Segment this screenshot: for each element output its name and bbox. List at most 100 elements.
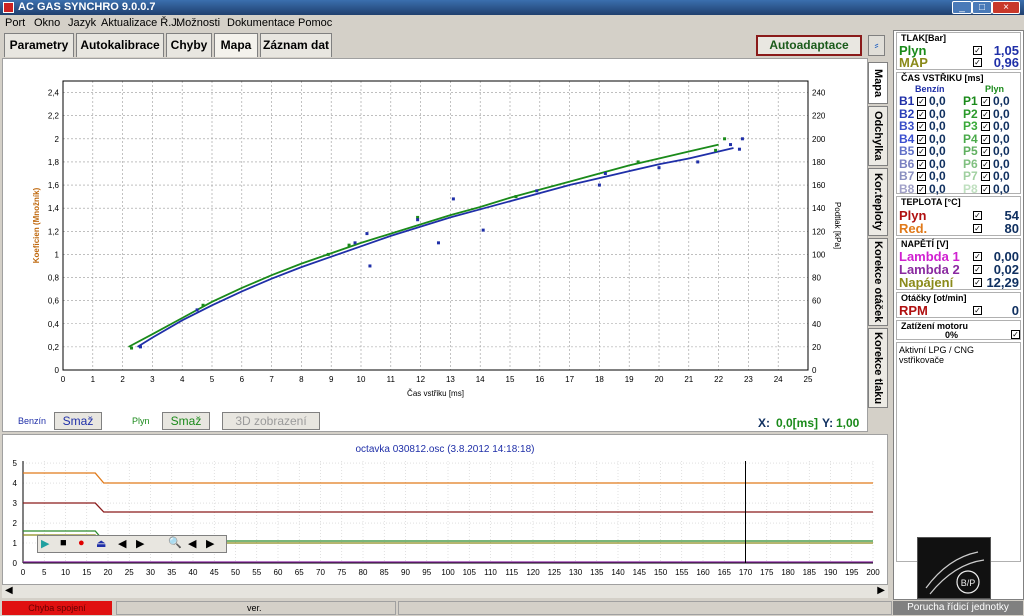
injector-b-checkbox[interactable]: ✓ bbox=[917, 109, 926, 119]
maximize-button[interactable]: □ bbox=[972, 1, 992, 14]
injector-p-checkbox[interactable]: ✓ bbox=[981, 184, 990, 194]
side-tab-korekce-otacek[interactable]: Korekce otáček bbox=[868, 238, 888, 326]
next-icon[interactable]: ▶ bbox=[136, 537, 144, 550]
x-tick-label: 11 bbox=[387, 375, 396, 384]
aktivni-label: Aktivní LPG / CNG vstřikovače bbox=[899, 345, 975, 365]
osc-x-tick: 200 bbox=[866, 568, 880, 577]
teplota-red-checkbox[interactable]: ✓ bbox=[973, 224, 982, 233]
teplota-plyn-checkbox[interactable]: ✓ bbox=[973, 211, 982, 220]
injector-p-checkbox[interactable]: ✓ bbox=[981, 134, 990, 144]
lambda2-checkbox[interactable]: ✓ bbox=[973, 265, 982, 274]
osc-x-tick: 40 bbox=[189, 568, 198, 577]
x-tick-label: 24 bbox=[774, 375, 783, 384]
osc-x-tick: 45 bbox=[210, 568, 219, 577]
tab-zaznam-dat[interactable]: Záznam dat bbox=[260, 33, 332, 57]
injector-b-checkbox[interactable]: ✓ bbox=[917, 122, 926, 131]
osc-x-tick: 5 bbox=[42, 568, 47, 577]
tab-chyby[interactable]: Chyby bbox=[166, 33, 212, 57]
eject-icon[interactable]: ⏏ bbox=[96, 537, 106, 550]
injector-p-checkbox[interactable]: ✓ bbox=[981, 159, 990, 169]
injector-b-checkbox[interactable]: ✓ bbox=[917, 172, 926, 181]
side-tab-korekce-tlaku[interactable]: Korekce tlaku bbox=[868, 328, 888, 408]
play-icon[interactable]: ▶ bbox=[41, 537, 49, 550]
zoom-prev-icon[interactable]: ◀ bbox=[188, 537, 196, 550]
tlak-group: TLAK[Bar] Plyn ✓ 1,05 MAP ✓ 0,96 bbox=[896, 32, 1021, 70]
menu-port[interactable]: Port bbox=[5, 17, 25, 29]
tlak-plyn-checkbox[interactable]: ✓ bbox=[973, 46, 982, 55]
window-title: AC GAS SYNCHRO 9.0.0.7 bbox=[18, 1, 156, 13]
x-tick-label: 19 bbox=[625, 375, 634, 384]
menu-moznosti[interactable]: Možnosti bbox=[176, 17, 220, 29]
osc-scrollbar[interactable]: ◀ ▶ bbox=[2, 584, 888, 598]
injector-b-checkbox[interactable]: ✓ bbox=[917, 184, 926, 194]
cas-title: ČAS VSTŘIKU [ms] bbox=[901, 73, 984, 83]
zoom-icon[interactable]: 🔍 bbox=[168, 536, 182, 549]
x-tick-label: 6 bbox=[240, 375, 245, 384]
side-tab-odchylka[interactable]: Odchylka bbox=[868, 106, 888, 166]
tab-parametry[interactable]: Parametry bbox=[4, 33, 74, 57]
y-tick-label: 1,4 bbox=[48, 204, 60, 213]
menu-jazyk[interactable]: Jazyk bbox=[68, 17, 96, 29]
zatizeni-group: Zatížení motoru 0% ✓ bbox=[896, 320, 1021, 340]
stop-icon[interactable]: ■ bbox=[60, 537, 67, 549]
data-point bbox=[514, 195, 518, 199]
scroll-right-icon[interactable]: ▶ bbox=[877, 585, 885, 596]
x-tick-label: 25 bbox=[804, 375, 813, 384]
osc-y-tick: 0 bbox=[13, 559, 18, 568]
injector-p-checkbox[interactable]: ✓ bbox=[981, 172, 990, 181]
scroll-left-icon[interactable]: ◀ bbox=[5, 585, 13, 596]
data-point bbox=[481, 228, 485, 232]
tab-autokalibrace[interactable]: Autokalibrace bbox=[76, 33, 164, 57]
tab-mapa[interactable]: Mapa bbox=[214, 33, 258, 57]
record-icon[interactable]: ● bbox=[78, 537, 85, 549]
injector-b-checkbox[interactable]: ✓ bbox=[917, 147, 926, 156]
menu-aktualizace[interactable]: Aktualizace Ř.J. bbox=[101, 17, 180, 29]
menu-okno[interactable]: Okno bbox=[34, 17, 60, 29]
menu-pomoc[interactable]: Pomoc bbox=[298, 17, 332, 29]
smaz-plyn-button[interactable]: Smaž bbox=[162, 412, 210, 430]
side-tab-kor-teploty[interactable]: Kor.teploty bbox=[868, 168, 888, 236]
side-tab-mapa[interactable]: Mapa bbox=[868, 62, 888, 104]
injector-b-checkbox[interactable]: ✓ bbox=[917, 134, 926, 144]
otacky-group: Otáčky [ot/min] RPM ✓ 0 bbox=[896, 292, 1021, 318]
injector-p-checkbox[interactable]: ✓ bbox=[981, 97, 990, 106]
data-point bbox=[353, 241, 357, 245]
prev-icon[interactable]: ◀ bbox=[118, 537, 126, 550]
minimize-button[interactable]: _ bbox=[952, 1, 972, 14]
y2-tick-label: 220 bbox=[812, 112, 826, 121]
zoom-next-icon[interactable]: ▶ bbox=[206, 537, 214, 550]
tlak-map-checkbox[interactable]: ✓ bbox=[973, 58, 982, 67]
napajeni-label: Napájení bbox=[899, 275, 954, 290]
fault-status: Porucha řídicí jednotky bbox=[893, 601, 1023, 615]
injector-b-label: B8 bbox=[899, 181, 915, 196]
injector-p-checkbox[interactable]: ✓ bbox=[981, 109, 990, 119]
injector-p-checkbox[interactable]: ✓ bbox=[981, 122, 990, 131]
title-bar: AC GAS SYNCHRO 9.0.0.7 _ □ × bbox=[0, 0, 1024, 15]
menu-dokumentace[interactable]: Dokumentace bbox=[227, 17, 295, 29]
injector-b-checkbox[interactable]: ✓ bbox=[917, 97, 926, 106]
version-status: ver. bbox=[116, 601, 396, 615]
smaz-benzin-button[interactable]: Smaž bbox=[54, 412, 102, 430]
tlak-title: TLAK[Bar] bbox=[901, 33, 946, 43]
menu-bar: Port Okno Jazyk Aktualizace Ř.J. Možnost… bbox=[0, 15, 1024, 31]
napeti-title: NAPĚTÍ [V] bbox=[901, 239, 949, 249]
zatizeni-checkbox[interactable]: ✓ bbox=[1011, 330, 1020, 339]
3d-view-button[interactable]: 3D zobrazení bbox=[222, 412, 320, 430]
y-label: Y: bbox=[822, 416, 834, 430]
plot-frame bbox=[62, 80, 809, 371]
x-tick-label: 17 bbox=[565, 375, 574, 384]
close-button[interactable]: × bbox=[992, 1, 1020, 14]
injector-p-label: P8 bbox=[963, 181, 978, 196]
lambda1-checkbox[interactable]: ✓ bbox=[973, 252, 982, 261]
autoadaptace-button[interactable]: Autoadaptace bbox=[756, 35, 862, 56]
x-tick-label: 20 bbox=[655, 375, 664, 384]
injector-p-checkbox[interactable]: ✓ bbox=[981, 147, 990, 156]
injector-b-checkbox[interactable]: ✓ bbox=[917, 159, 926, 169]
map-chart[interactable]: 0 1 2 3 4 5 6 7 8 9 10 11 12 13 14 15 16 17 18 19 20 21 22 23 24… bbox=[3, 59, 867, 411]
settings-icon[interactable]: ⸗ bbox=[868, 35, 885, 56]
y-tick-label: 1,8 bbox=[48, 158, 60, 167]
x-tick-label: 18 bbox=[595, 375, 604, 384]
osc-chart[interactable]: 0 5 10 15 20 25 30 35 40 45 50 55 60 65 70 75 80 85 90 95 10… bbox=[3, 435, 887, 583]
rpm-checkbox[interactable]: ✓ bbox=[973, 306, 982, 315]
plyn-curve bbox=[128, 143, 719, 348]
